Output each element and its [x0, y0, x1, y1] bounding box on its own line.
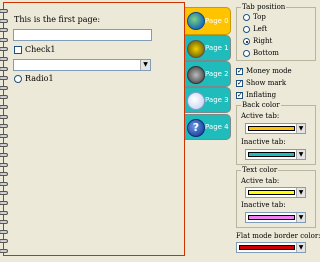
binding-ring [0, 229, 8, 234]
text-active-color-select[interactable]: ▼ [245, 187, 306, 198]
page-text-input[interactable] [13, 29, 152, 41]
tab-page-0[interactable]: Page 0 [185, 7, 231, 35]
tab-label: Page 0 [205, 17, 229, 25]
binding-ring [0, 66, 8, 71]
inflating-checkbox[interactable]: ✓ [236, 92, 243, 99]
binding-ring [0, 201, 8, 205]
tab-label: Page 1 [205, 44, 229, 52]
globe-icon [187, 12, 205, 30]
tab-position-title: Tab position [241, 3, 287, 12]
text-inactive-label: Inactive tab: [241, 201, 286, 209]
binding-ring [0, 181, 8, 186]
radio1-button[interactable] [14, 75, 22, 83]
binding-ring [0, 28, 8, 33]
binding-ring [0, 85, 8, 90]
tab-label: Page 4 [205, 123, 229, 131]
color-swatch [248, 126, 295, 131]
back-active-color-select[interactable]: ▼ [245, 123, 306, 134]
flat-border-label: Flat mode border color: [236, 232, 320, 240]
money-mode-checkbox[interactable]: ✓ [236, 68, 243, 75]
binding-ring [0, 105, 8, 109]
binding-ring [0, 114, 8, 119]
tab-page-2[interactable]: Page 2 [185, 61, 231, 87]
color-swatch [248, 215, 295, 220]
binding-ring [0, 210, 8, 215]
page-title: This is the first page: [14, 15, 101, 24]
binding-ring [0, 76, 8, 81]
color-swatch [248, 152, 295, 157]
binding-ring [0, 220, 8, 225]
chevron-down-icon[interactable]: ▼ [296, 150, 305, 159]
tab-page-3[interactable]: Page 3 [185, 87, 231, 113]
binding-ring [0, 239, 8, 244]
binding-ring [0, 124, 8, 129]
help-icon: ? [187, 119, 205, 137]
radio-right[interactable] [243, 38, 250, 45]
color-swatch [239, 245, 295, 250]
binding-ring [0, 153, 8, 157]
back-color-title: Back color [241, 101, 281, 110]
tab-page-1[interactable]: Page 1 [185, 35, 231, 61]
chevron-down-icon[interactable]: ▼ [296, 188, 305, 197]
radio-bottom[interactable] [243, 50, 250, 57]
check1-label[interactable]: Check1 [25, 45, 55, 54]
back-active-label: Active tab: [241, 112, 280, 120]
binding-ring [0, 162, 8, 167]
flat-border-color-select[interactable]: ▼ [236, 242, 306, 253]
tab-label: Page 2 [205, 70, 229, 78]
gear-icon [187, 40, 205, 58]
radio-right-label[interactable]: Right [253, 37, 272, 46]
disc-icon [187, 66, 205, 84]
binding-ring [0, 133, 8, 138]
chevron-down-icon[interactable]: ▼ [296, 124, 305, 133]
radio-top-label[interactable]: Top [253, 13, 266, 22]
text-active-label: Active tab: [241, 177, 280, 185]
tab-label: Page 3 [205, 96, 229, 104]
show-mark-checkbox[interactable]: ✓ [236, 80, 243, 87]
page-combobox[interactable]: ▼ [13, 59, 151, 71]
binding-ring [0, 37, 8, 42]
color-swatch [248, 190, 295, 195]
binding-ring [0, 95, 8, 100]
binding-ring [0, 191, 8, 196]
binding-ring [0, 143, 8, 148]
binding-ring [0, 57, 8, 61]
radio-left-label[interactable]: Left [253, 25, 267, 34]
back-inactive-color-select[interactable]: ▼ [245, 149, 306, 160]
radio-left[interactable] [243, 26, 250, 33]
check1-checkbox[interactable] [14, 46, 22, 54]
text-inactive-color-select[interactable]: ▼ [245, 212, 306, 223]
binding-ring [0, 9, 8, 13]
chevron-down-icon[interactable]: ▼ [296, 243, 305, 252]
binding-ring [0, 47, 8, 52]
radio-top[interactable] [243, 14, 250, 21]
radio-bottom-label[interactable]: Bottom [253, 49, 279, 58]
money-mode-label[interactable]: Money mode [246, 67, 292, 76]
tab-page-4[interactable]: ? Page 4 [185, 114, 231, 140]
binding-ring [0, 18, 8, 23]
ball-icon [187, 92, 205, 110]
inflating-label[interactable]: Inflating [246, 91, 276, 100]
back-inactive-label: Inactive tab: [241, 138, 286, 146]
radio1-label[interactable]: Radio1 [25, 74, 54, 83]
binding-ring [0, 249, 8, 253]
show-mark-label[interactable]: Show mark [246, 79, 286, 88]
chevron-down-icon[interactable]: ▼ [296, 213, 305, 222]
chevron-down-icon[interactable]: ▼ [140, 60, 150, 70]
binding-ring [0, 172, 8, 177]
text-color-title: Text color [241, 166, 279, 175]
